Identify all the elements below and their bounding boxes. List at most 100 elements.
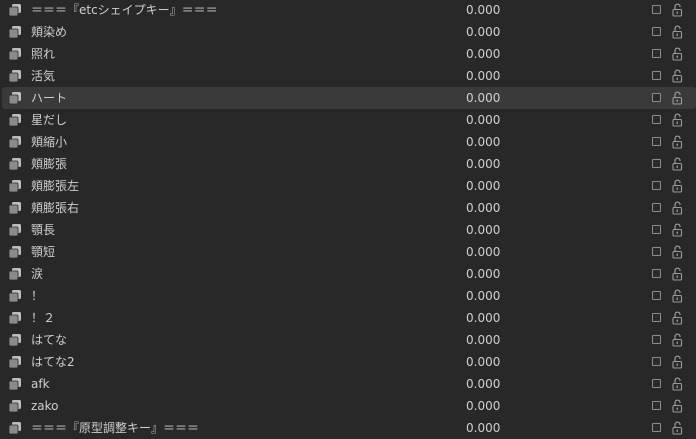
unlocked-padlock-icon[interactable]: [672, 289, 683, 303]
shape-key-row[interactable]: 活気 0.000: [0, 65, 696, 87]
shape-key-name[interactable]: 照れ: [31, 47, 55, 61]
unlocked-padlock-icon[interactable]: [672, 113, 683, 127]
shape-key-name[interactable]: 頬膨張右: [31, 201, 79, 215]
unlocked-padlock-icon[interactable]: [672, 47, 683, 61]
shape-key-name[interactable]: ！: [31, 289, 43, 303]
shape-key-name[interactable]: ハート: [31, 91, 67, 105]
shape-key-value-field[interactable]: 0.000: [466, 245, 500, 259]
shape-key-value-field[interactable]: 0.000: [466, 25, 500, 39]
mute-checkbox[interactable]: [652, 269, 661, 278]
mute-checkbox[interactable]: [652, 93, 661, 102]
mute-checkbox[interactable]: [652, 335, 661, 344]
mute-checkbox[interactable]: [652, 27, 661, 36]
shape-key-value-field[interactable]: 0.000: [466, 135, 500, 149]
shape-key-name[interactable]: 活気: [31, 69, 55, 83]
mute-checkbox[interactable]: [652, 181, 661, 190]
shape-key-name[interactable]: 涙: [31, 267, 43, 281]
shape-key-value-field[interactable]: 0.000: [466, 113, 500, 127]
mute-checkbox[interactable]: [652, 71, 661, 80]
shape-key-value-field[interactable]: 0.000: [466, 157, 500, 171]
shape-key-name[interactable]: 顎長: [31, 223, 55, 237]
shape-key-value-field[interactable]: 0.000: [466, 421, 500, 435]
shape-key-row[interactable]: 頬縮小 0.000: [0, 131, 696, 153]
unlocked-padlock-icon[interactable]: [672, 311, 683, 325]
unlocked-padlock-icon[interactable]: [672, 135, 683, 149]
shape-key-value-field[interactable]: 0.000: [466, 179, 500, 193]
mute-checkbox[interactable]: [652, 203, 661, 212]
shape-key-name[interactable]: 頬膨張左: [31, 179, 79, 193]
unlocked-padlock-icon[interactable]: [672, 245, 683, 259]
shape-key-row[interactable]: ＝＝＝『etcシェイプキー』＝＝＝ 0.000: [0, 0, 696, 21]
shape-key-row[interactable]: はてな2 0.000: [0, 351, 696, 373]
shape-key-value-field[interactable]: 0.000: [466, 289, 500, 303]
shape-key-value-field[interactable]: 0.000: [466, 201, 500, 215]
shape-key-name[interactable]: 頬膨張: [31, 157, 67, 171]
mute-checkbox[interactable]: [652, 423, 661, 432]
shape-key-value-field[interactable]: 0.000: [466, 333, 500, 347]
shape-key-row[interactable]: 頬膨張 0.000: [0, 153, 696, 175]
shape-key-value-field[interactable]: 0.000: [466, 377, 500, 391]
mute-checkbox[interactable]: [652, 401, 661, 410]
shape-key-name[interactable]: 頬染め: [31, 25, 67, 39]
shape-key-value-field[interactable]: 0.000: [466, 91, 500, 105]
unlocked-padlock-icon[interactable]: [672, 201, 683, 215]
shape-key-icon: [8, 70, 21, 83]
mute-checkbox[interactable]: [652, 49, 661, 58]
shape-key-row[interactable]: ！ 0.000: [0, 285, 696, 307]
shape-key-value-field[interactable]: 0.000: [466, 223, 500, 237]
unlocked-padlock-icon[interactable]: [672, 421, 683, 435]
unlocked-padlock-icon[interactable]: [672, 355, 683, 369]
mute-checkbox[interactable]: [652, 357, 661, 366]
shape-key-row[interactable]: 照れ 0.000: [0, 43, 696, 65]
mute-checkbox[interactable]: [652, 225, 661, 234]
shape-key-row[interactable]: 頬染め 0.000: [0, 21, 696, 43]
unlocked-padlock-icon[interactable]: [672, 333, 683, 347]
mute-checkbox[interactable]: [652, 247, 661, 256]
shape-key-value-field[interactable]: 0.000: [466, 311, 500, 325]
shape-key-value-field[interactable]: 0.000: [466, 399, 500, 413]
shape-key-name[interactable]: zako: [31, 399, 59, 413]
shape-key-value-field[interactable]: 0.000: [466, 267, 500, 281]
shape-key-row[interactable]: 頬膨張右 0.000: [0, 197, 696, 219]
shape-key-value-field[interactable]: 0.000: [466, 3, 500, 17]
shape-key-name[interactable]: はてな2: [31, 355, 75, 369]
unlocked-padlock-icon[interactable]: [672, 223, 683, 237]
shape-key-row[interactable]: 顎短 0.000: [0, 241, 696, 263]
mute-checkbox[interactable]: [652, 313, 661, 322]
shape-key-row[interactable]: zako 0.000: [0, 395, 696, 417]
shape-key-name[interactable]: 星だし: [31, 113, 67, 127]
shape-key-row[interactable]: 頬膨張左 0.000: [0, 175, 696, 197]
shape-key-row[interactable]: ！２ 0.000: [0, 307, 696, 329]
unlocked-padlock-icon[interactable]: [672, 179, 683, 193]
shape-key-value-field[interactable]: 0.000: [466, 355, 500, 369]
mute-checkbox[interactable]: [652, 379, 661, 388]
shape-key-row[interactable]: ハート 0.000: [0, 87, 696, 109]
shape-key-name[interactable]: ＝＝＝『etcシェイプキー』＝＝＝: [31, 3, 218, 17]
unlocked-padlock-icon[interactable]: [672, 69, 683, 83]
mute-checkbox[interactable]: [652, 5, 661, 14]
shape-key-row[interactable]: 涙 0.000: [0, 263, 696, 285]
shape-key-name[interactable]: afk: [31, 377, 50, 391]
mute-checkbox[interactable]: [652, 115, 661, 124]
shape-key-name[interactable]: 頬縮小: [31, 135, 67, 149]
shape-key-name[interactable]: はてな: [31, 333, 67, 347]
shape-key-row[interactable]: afk 0.000: [0, 373, 696, 395]
shape-key-name[interactable]: ！２: [31, 311, 55, 325]
shape-key-value-field[interactable]: 0.000: [466, 47, 500, 61]
shape-key-name[interactable]: ＝＝＝『原型調整キー』＝＝＝: [31, 421, 199, 435]
shape-key-row[interactable]: はてな 0.000: [0, 329, 696, 351]
unlocked-padlock-icon[interactable]: [672, 377, 683, 391]
mute-checkbox[interactable]: [652, 137, 661, 146]
mute-checkbox[interactable]: [652, 159, 661, 168]
shape-key-row[interactable]: 顎長 0.000: [0, 219, 696, 241]
shape-key-value-field[interactable]: 0.000: [466, 69, 500, 83]
shape-key-name[interactable]: 顎短: [31, 245, 55, 259]
unlocked-padlock-icon[interactable]: [672, 267, 683, 281]
unlocked-padlock-icon[interactable]: [672, 91, 683, 105]
mute-checkbox[interactable]: [652, 291, 661, 300]
unlocked-padlock-icon[interactable]: [672, 3, 683, 17]
shape-key-row[interactable]: 星だし 0.000: [0, 109, 696, 131]
unlocked-padlock-icon[interactable]: [672, 399, 683, 413]
unlocked-padlock-icon[interactable]: [672, 25, 683, 39]
unlocked-padlock-icon[interactable]: [672, 157, 683, 171]
